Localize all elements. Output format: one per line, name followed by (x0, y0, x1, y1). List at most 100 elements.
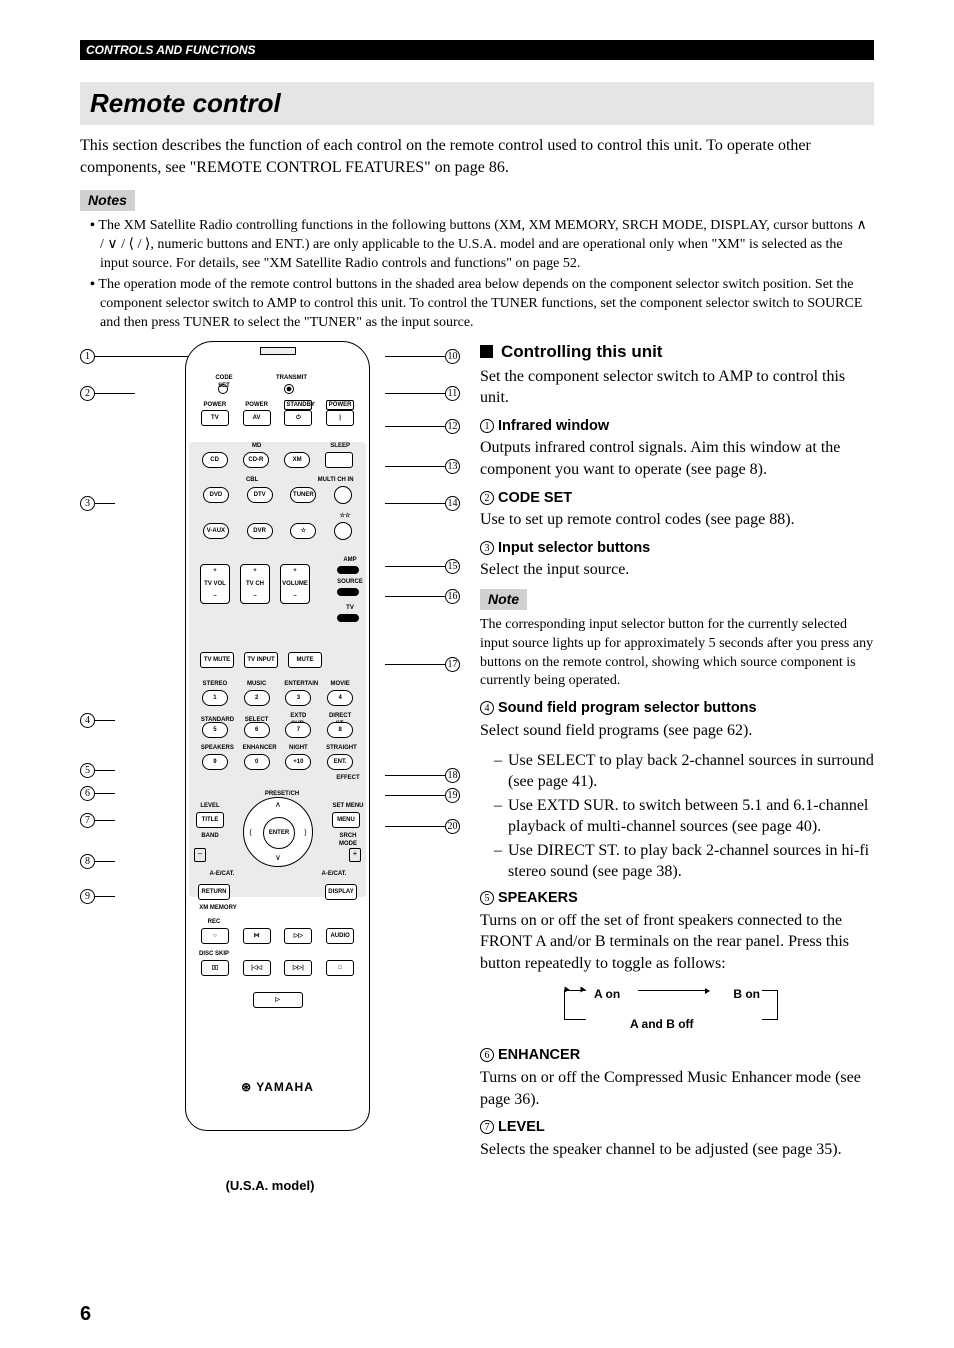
callout-10: 10 (385, 349, 460, 364)
intro-text: This section describes the function of e… (80, 135, 874, 178)
srchmode-label: SRCH MODE (330, 832, 366, 848)
num-1-button[interactable]: 1 (202, 690, 228, 706)
section-heading: Controlling this unit (480, 341, 874, 364)
pause-button[interactable]: ▯▯ (201, 960, 229, 976)
amp-selector-switch[interactable] (337, 566, 359, 574)
callout-20: 20 (385, 819, 460, 834)
dpad[interactable]: ENTER ∧ ∨ ⟨ ⟩ (243, 797, 313, 867)
dpad-left-icon[interactable]: ⟨ (249, 828, 252, 839)
num-8-button[interactable]: 8 (327, 722, 353, 738)
dvd-button[interactable]: DVD (203, 487, 229, 503)
rewind-button[interactable]: ⋈ (243, 928, 271, 944)
num-9-button[interactable]: 9 (202, 754, 228, 770)
cd-button[interactable]: CD (202, 452, 228, 468)
num-7-button[interactable]: 7 (285, 722, 311, 738)
rec-label: REC (200, 918, 228, 926)
callout-9: 9 (80, 889, 115, 904)
level-label: LEVEL (196, 802, 224, 810)
vaux-button[interactable]: V-AUX (203, 523, 229, 539)
standby-header: STANDBY (284, 400, 312, 410)
callout-17: 17 (385, 657, 460, 672)
plus-button[interactable]: + (349, 848, 361, 862)
standby-button[interactable]: ⏻ (284, 410, 312, 426)
ent-button[interactable]: ENT. (327, 754, 353, 770)
remote-body: CODE SET TRANSMIT POWER POWER STANDBY PO… (185, 341, 370, 1131)
title-button[interactable]: TITLE (196, 812, 224, 828)
sublist-item: Use SELECT to play back 2-channel source… (480, 750, 874, 793)
tvinput-button[interactable]: TV INPUT (244, 652, 278, 668)
item-text: Selects the speaker channel to be adjust… (480, 1139, 874, 1161)
tvvol-rocker[interactable]: +TV VOL– (200, 564, 230, 604)
power-on-button[interactable]: | (326, 410, 354, 426)
toggle-a-on: A on (594, 986, 620, 1002)
source-selector-switch[interactable] (337, 588, 359, 596)
md-label: MD (243, 442, 271, 450)
item-heading: 6ENHANCER (480, 1046, 874, 1066)
dvr-button[interactable]: DVR (247, 523, 273, 539)
minus-button[interactable]: – (194, 848, 206, 862)
prev-button[interactable]: |◁◁ (243, 960, 271, 976)
num-4-button[interactable]: 4 (327, 690, 353, 706)
page-number: 6 (80, 1301, 91, 1328)
sleep-label: SLEEP (326, 442, 354, 450)
infrared-window (260, 347, 296, 355)
star-label: ☆☆ (331, 512, 359, 520)
extra-circle-button[interactable] (334, 522, 352, 540)
toggle-b-on: B on (733, 986, 760, 1002)
plus10-button[interactable]: +10 (285, 754, 311, 770)
brand-logo: YAMAHA (186, 1079, 369, 1095)
multichin-button[interactable] (334, 486, 352, 504)
note-item: The operation mode of the remote control… (90, 276, 874, 333)
dpad-right-icon[interactable]: ⟩ (304, 828, 307, 839)
dtv-button[interactable]: DTV (247, 487, 273, 503)
tvch-rocker[interactable]: +TV CH– (240, 564, 270, 604)
tv-power-button[interactable]: TV (201, 410, 229, 426)
tv-selector-switch[interactable] (337, 614, 359, 622)
return-button[interactable]: RETURN (198, 884, 230, 900)
figure-caption: (U.S.A. model) (80, 1177, 460, 1195)
tuner-button[interactable]: TUNER (290, 487, 316, 503)
rec-button[interactable]: ○ (201, 928, 229, 944)
mute-button[interactable]: MUTE (288, 652, 322, 668)
arrow-icon (581, 987, 586, 993)
num-6-button[interactable]: 6 (244, 722, 270, 738)
item-text: Select the input source. (480, 559, 874, 581)
callout-2: 2 (80, 386, 135, 401)
sleep-button[interactable] (325, 452, 353, 468)
num-5-button[interactable]: 5 (202, 722, 228, 738)
num-3-button[interactable]: 3 (285, 690, 311, 706)
cdr-button[interactable]: CD-R (243, 452, 269, 468)
page-title: Remote control (90, 86, 864, 121)
xm-button[interactable]: XM (284, 452, 310, 468)
item-heading: 7LEVEL (480, 1118, 874, 1138)
stop-button[interactable]: □ (326, 960, 354, 976)
item-heading: 1Infrared window (480, 417, 874, 437)
display-button[interactable]: DISPLAY (325, 884, 357, 900)
next-button[interactable]: ▷▷| (284, 960, 312, 976)
tvmute-button[interactable]: TV MUTE (200, 652, 234, 668)
enter-button[interactable]: ENTER (263, 817, 295, 849)
dpad-up-icon[interactable]: ∧ (275, 800, 281, 811)
av-power-button[interactable]: AV (243, 410, 271, 426)
play-button[interactable]: ▷ (253, 992, 303, 1008)
discskip-label: DISC SKIP (196, 950, 232, 958)
volume-rocker[interactable]: +VOLUME– (280, 564, 310, 604)
num-2-button[interactable]: 2 (244, 690, 270, 706)
star-button[interactable]: ☆ (290, 523, 316, 539)
sf-header: ENTERTAIN (284, 680, 312, 688)
item-sublist: Use SELECT to play back 2-channel source… (480, 750, 874, 884)
aecat-label: A-E/CAT. (316, 870, 352, 878)
dpad-down-icon[interactable]: ∨ (275, 853, 281, 864)
forward-button[interactable]: ▷▷ (284, 928, 312, 944)
amp-label: AMP (336, 556, 364, 564)
multichin-label: MULTI CH IN (316, 476, 356, 484)
section-header: CONTROLS AND FUNCTIONS (80, 40, 874, 60)
source-label: SOURCE (336, 578, 364, 586)
menu-button[interactable]: MENU (332, 812, 360, 828)
bracket-right-icon (762, 990, 778, 1020)
callout-3: 3 (80, 496, 115, 511)
callout-6: 6 (80, 786, 115, 801)
audio-button[interactable]: AUDIO (326, 928, 354, 944)
callout-4: 4 (80, 713, 115, 728)
num-0-button[interactable]: 0 (244, 754, 270, 770)
